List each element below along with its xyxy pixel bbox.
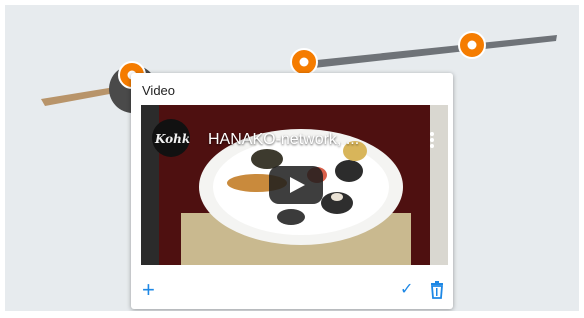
play-icon[interactable] — [269, 166, 323, 204]
popup-title: Video — [142, 83, 176, 98]
marker-middle[interactable] — [290, 48, 318, 76]
video-title[interactable]: HANAKO-network, ... — [208, 131, 359, 149]
popup-footer: + ✓ — [131, 277, 453, 307]
video-popup: Video Kohk HANAKO-network, ... + ✓ — [131, 73, 453, 309]
more-vertical-icon[interactable] — [427, 132, 437, 152]
chopstick-right — [305, 35, 557, 69]
plus-icon[interactable]: + — [142, 279, 155, 301]
channel-logo[interactable]: Kohk — [152, 119, 190, 157]
chopstick-left — [41, 87, 115, 106]
check-icon[interactable]: ✓ — [400, 281, 413, 299]
marker-right[interactable] — [458, 31, 486, 59]
trash-icon[interactable] — [430, 281, 444, 299]
map-canvas[interactable]: Video Kohk HANAKO-network, ... + ✓ — [5, 5, 579, 311]
video-player[interactable]: Kohk HANAKO-network, ... — [141, 105, 448, 265]
channel-logo-text: Kohk — [155, 132, 190, 146]
